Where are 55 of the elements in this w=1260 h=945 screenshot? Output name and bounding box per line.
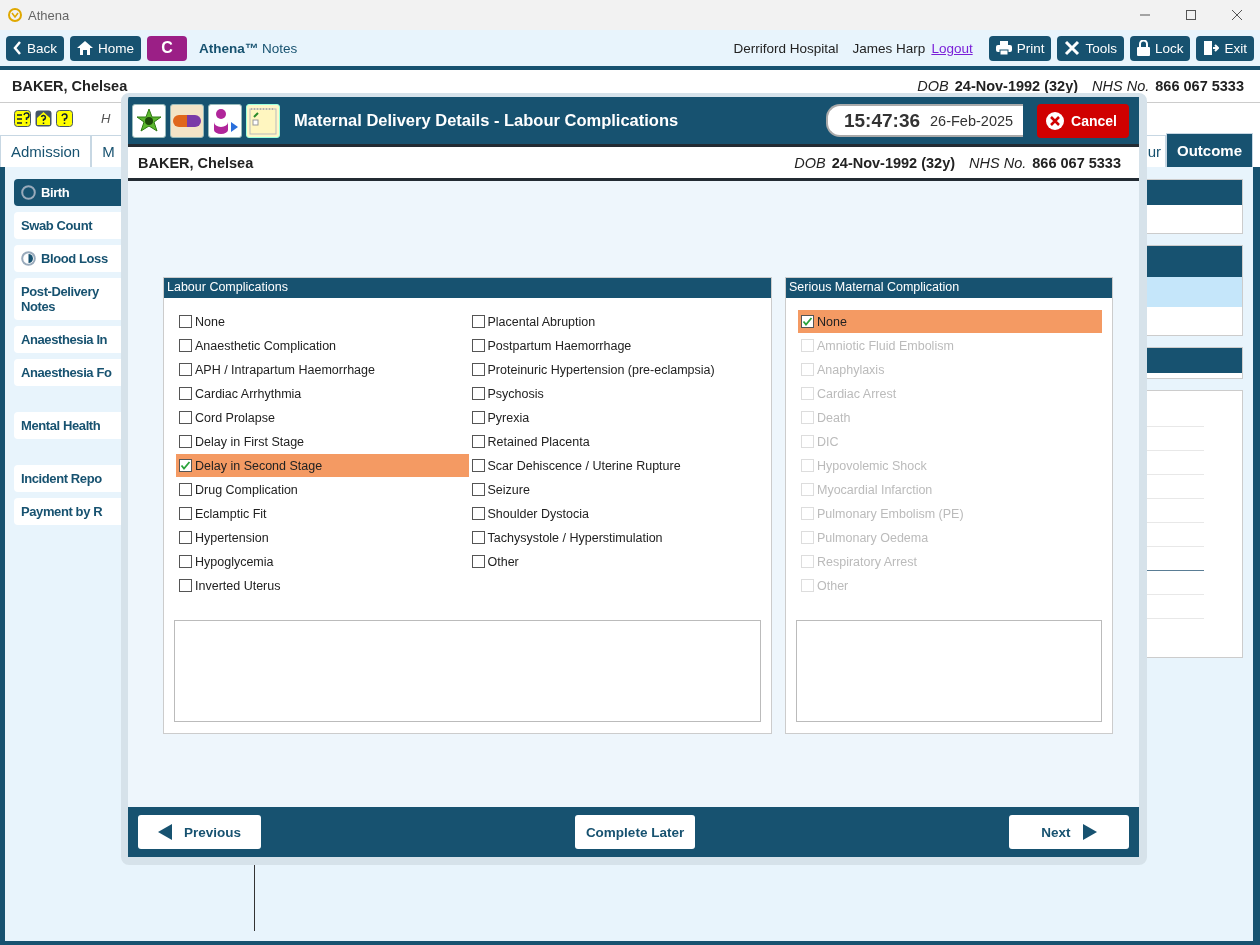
checkbox-label: Pulmonary Embolism (PE): [817, 506, 964, 521]
checkbox-label: Postpartum Haemorrhage: [487, 338, 632, 353]
dob-value: 24-Nov-1992 (32y): [954, 78, 1079, 94]
checkbox-label: Cord Prolapse: [195, 410, 275, 425]
user-name: James Harp: [852, 40, 926, 56]
window-title: Athena: [28, 7, 70, 23]
checkbox-label: Other: [487, 554, 519, 569]
nhs-label: NHS No.: [969, 154, 1027, 171]
dob-label: DOB: [917, 78, 949, 94]
checkbox-label: Respiratory Arrest: [817, 554, 918, 569]
nhs-label: NHS No.: [1092, 78, 1150, 94]
nhs-number: 866 067 5333: [1032, 154, 1121, 171]
checkbox-label: APH / Intrapartum Haemorrhage: [195, 362, 375, 377]
checkbox-label: Proteinuric Hypertension (pre-eclampsia): [487, 362, 715, 377]
clock-date: 26-Feb-2025: [930, 112, 1014, 129]
checkbox-label: Retained Placenta: [487, 434, 590, 449]
checkbox-label: Eclamptic Fit: [195, 506, 267, 521]
checkbox-label: Delay in First Stage: [195, 434, 305, 449]
checkbox-label: None: [817, 314, 847, 329]
checkbox-label: Cardiac Arrest: [817, 386, 897, 401]
checkbox-label: Amniotic Fluid Embolism: [817, 338, 954, 353]
checkbox-label: Hypovolemic Shock: [817, 458, 927, 473]
dob-value: 24-Nov-1992 (32y): [831, 154, 956, 171]
panel-header: Serious Maternal Complication: [786, 278, 1112, 298]
checkbox-label: Psychosis: [487, 386, 544, 401]
checkbox-label: DIC: [817, 434, 839, 449]
subheader-text: H: [101, 111, 111, 126]
panel-header: Labour Complications: [164, 278, 771, 298]
checkbox-label: Anaphylaxis: [817, 362, 885, 377]
checkbox-label: Inverted Uterus: [195, 578, 281, 593]
checkbox-label: Death: [817, 410, 851, 425]
checkbox-label: Shoulder Dystocia: [487, 506, 589, 521]
checkbox-label: Hypertension: [195, 530, 269, 545]
checkbox-label: Hypoglycemia: [195, 554, 274, 569]
dob-label: DOB: [794, 154, 826, 171]
checkbox-label: Cardiac Arrhythmia: [195, 386, 302, 401]
checkbox-label: None: [195, 314, 225, 329]
checkbox-label: Pulmonary Oedema: [817, 530, 929, 545]
checkbox-label: Delay in Second Stage: [195, 458, 323, 473]
checkbox-label: Drug Complication: [195, 482, 298, 497]
checkbox-label: Myocardial Infarction: [817, 482, 933, 497]
nhs-number: 866 067 5333: [1155, 78, 1244, 94]
checkbox-label: Seizure: [487, 482, 530, 497]
checkbox-label: Placental Abruption: [487, 314, 596, 329]
patient-name: BAKER, Chelsea: [12, 78, 128, 94]
checkbox-label: Pyrexia: [487, 410, 530, 425]
checkbox-label: Other: [817, 578, 849, 593]
hospital-name: Derriford Hospital: [733, 40, 839, 56]
checkbox-label: Tachysystole / Hyperstimulation: [487, 530, 663, 545]
dialog-title: Maternal Delivery Details - Labour Complications: [294, 111, 679, 130]
patient-name: BAKER, Chelsea: [138, 154, 254, 171]
clock-time: 15:47:36: [844, 109, 921, 132]
checkbox-label: Anaesthetic Complication: [195, 338, 337, 353]
checkbox-label: Scar Dehiscence / Uterine Rupture: [487, 458, 681, 473]
app-name: Athena™ Notes: [199, 40, 298, 56]
